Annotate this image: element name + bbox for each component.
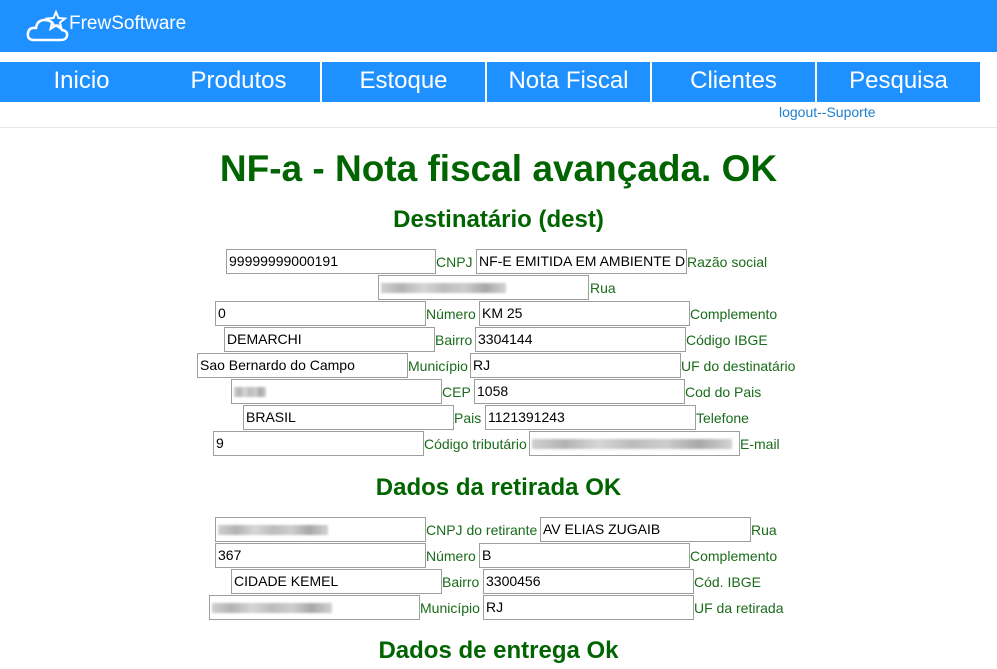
ret-numero-input[interactable]: 367 xyxy=(215,543,426,568)
ret-ibge-input[interactable]: 3300456 xyxy=(483,569,694,594)
ret-uf-label: UF da retirada xyxy=(694,600,784,616)
section-heading-destinatario: Destinatário (dest) xyxy=(393,206,604,233)
brand-name[interactable]: FrewSoftware xyxy=(69,13,186,35)
ret-cnpj-label: CNPJ do retirante xyxy=(426,522,538,538)
redacted-value xyxy=(381,283,506,294)
ret-bairro-input[interactable]: CIDADE KEMEL xyxy=(231,569,442,594)
header-divider xyxy=(0,127,997,128)
dest-complemento-label: Complemento xyxy=(690,306,778,322)
dest-razao-social-label: Razão social xyxy=(687,254,768,270)
ret-municipio-input[interactable] xyxy=(209,595,420,620)
dest-ibge-label: Código IBGE xyxy=(686,332,768,348)
top-bar: FrewSoftware xyxy=(0,0,997,52)
ret-rua-label: Rua xyxy=(751,522,777,538)
dest-cep-label: CEP xyxy=(442,384,471,400)
dest-bairro-label: Bairro xyxy=(435,332,473,348)
ret-complemento-input[interactable]: B xyxy=(479,543,690,568)
redacted-value xyxy=(234,387,266,398)
ret-uf-input[interactable]: RJ xyxy=(483,595,694,620)
dest-ibge-input[interactable]: 3304144 xyxy=(475,327,686,352)
dest-email-label: E-mail xyxy=(740,436,780,452)
dest-email-input[interactable] xyxy=(529,431,740,456)
nav-item-clientes[interactable]: Clientes xyxy=(652,62,816,102)
ret-cnpj-input[interactable] xyxy=(215,517,426,542)
dest-cep-input[interactable] xyxy=(231,379,442,404)
dest-cnpj-label: CNPJ xyxy=(436,254,473,270)
dest-uf-input[interactable]: RJ xyxy=(470,353,681,378)
main-nav: Inicio Produtos Estoque Nota Fiscal Clie… xyxy=(0,62,997,102)
redacted-value xyxy=(218,525,328,536)
dest-razao-social-input[interactable]: NF-E EMITIDA EM AMBIENTE DE HOMOLOGACAO xyxy=(476,249,687,274)
dest-rua-label: Rua xyxy=(590,280,616,296)
dest-cod-pais-input[interactable]: 1058 xyxy=(474,379,685,404)
section-heading-retirada: Dados da retirada OK xyxy=(375,474,622,501)
dest-complemento-input[interactable]: KM 25 xyxy=(479,301,690,326)
dest-rua-input[interactable] xyxy=(378,275,589,300)
ret-complemento-label: Complemento xyxy=(690,548,778,564)
dest-cod-pais-label: Cod do Pais xyxy=(685,384,762,400)
nav-item-nota-fiscal[interactable]: Nota Fiscal xyxy=(487,62,651,102)
dest-pais-input[interactable]: BRASIL xyxy=(243,405,454,430)
nav-end-spacer xyxy=(981,62,997,102)
cloud-star-icon xyxy=(26,10,69,42)
dest-numero-label: Número xyxy=(426,306,476,322)
dest-municipio-input[interactable]: Sao Bernardo do Campo xyxy=(197,353,408,378)
dest-municipio-label: Município xyxy=(408,358,468,374)
page-title: NF-a - Nota fiscal avançada. OK xyxy=(219,148,778,189)
logout-support-link[interactable]: logout--Suporte xyxy=(779,104,876,120)
dest-cod-tributario-label: Código tributário xyxy=(424,436,527,452)
dest-uf-label: UF do destinatário xyxy=(681,358,796,374)
dest-telefone-input[interactable]: 1121391243 xyxy=(485,405,696,430)
dest-cnpj-input[interactable]: 99999999000191 xyxy=(226,249,436,274)
dest-telefone-label: Telefone xyxy=(696,410,749,426)
ret-bairro-label: Bairro xyxy=(442,574,480,590)
nav-item-inicio[interactable]: Inicio xyxy=(0,62,164,102)
dest-bairro-input[interactable]: DEMARCHI xyxy=(224,327,435,352)
ret-municipio-label: Município xyxy=(420,600,480,616)
ret-numero-label: Número xyxy=(426,548,476,564)
dest-numero-input[interactable]: 0 xyxy=(215,301,426,326)
dest-cod-tributario-input[interactable]: 9 xyxy=(213,431,424,456)
ret-rua-input[interactable]: AV ELIAS ZUGAIB xyxy=(540,517,751,542)
nav-item-estoque[interactable]: Estoque xyxy=(322,62,486,102)
nav-item-produtos[interactable]: Produtos xyxy=(157,62,321,102)
nav-item-pesquisa[interactable]: Pesquisa xyxy=(817,62,981,102)
section-heading-entrega: Dados de entrega Ok xyxy=(378,637,619,664)
dest-pais-label: Pais xyxy=(454,410,482,426)
redacted-value xyxy=(212,603,332,614)
ret-ibge-label: Cód. IBGE xyxy=(694,574,761,590)
redacted-value xyxy=(532,439,732,450)
